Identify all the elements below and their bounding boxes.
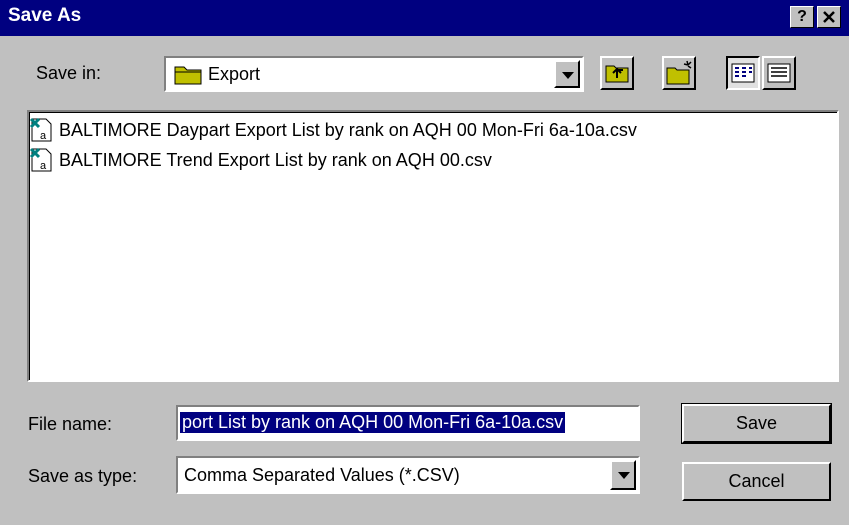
csv-file-icon: a <box>29 147 52 172</box>
file-name-text: BALTIMORE Trend Export List by rank on A… <box>59 149 492 170</box>
file-name-input[interactable]: port List by rank on AQH 00 Mon-Fri 6a-1… <box>176 405 640 441</box>
list-view-icon <box>731 63 755 83</box>
cancel-button[interactable]: Cancel <box>682 462 831 501</box>
save-in-value: Export <box>208 64 261 84</box>
csv-file-icon: a <box>29 117 52 142</box>
cancel-button-label: Cancel <box>728 471 785 491</box>
create-new-folder-button[interactable] <box>662 56 696 90</box>
save-in-label: Save in: <box>36 63 102 83</box>
save-as-type-value: Comma Separated Values (*.CSV) <box>184 465 460 485</box>
title-bar: Save As ? <box>0 0 849 36</box>
details-view-button[interactable] <box>762 56 796 90</box>
save-as-type-dropdown[interactable]: Comma Separated Values (*.CSV) <box>176 456 640 494</box>
file-list[interactable]: a BALTIMORE Daypart Export List by rank … <box>27 110 839 382</box>
save-as-type-label: Save as type: <box>28 466 138 486</box>
save-as-type-dropdown-button[interactable] <box>610 460 636 490</box>
save-button-label: Save <box>735 413 778 433</box>
file-name-text: BALTIMORE Daypart Export List by rank on… <box>59 119 637 140</box>
close-icon <box>823 11 835 23</box>
details-view-icon <box>767 63 791 83</box>
folder-icon <box>174 66 202 85</box>
save-in-dropdown[interactable]: Export <box>164 56 584 92</box>
svg-text:a: a <box>40 130 47 142</box>
svg-text:a: a <box>40 160 47 172</box>
up-one-level-button[interactable] <box>600 56 634 90</box>
list-view-button[interactable] <box>726 56 760 90</box>
up-folder-icon <box>605 65 629 83</box>
window-title: Save As <box>8 5 82 26</box>
list-item[interactable]: a BALTIMORE Daypart Export List by rank … <box>29 116 637 144</box>
new-folder-icon <box>666 60 692 85</box>
file-name-label: File name: <box>28 414 113 434</box>
list-item[interactable]: a BALTIMORE Trend Export List by rank on… <box>29 146 492 174</box>
save-button[interactable]: Save <box>681 403 832 444</box>
close-button[interactable] <box>817 6 841 28</box>
file-name-value: port List by rank on AQH 00 Mon-Fri 6a-1… <box>180 412 566 433</box>
help-button[interactable]: ? <box>790 6 814 28</box>
save-in-dropdown-button[interactable] <box>554 60 580 88</box>
